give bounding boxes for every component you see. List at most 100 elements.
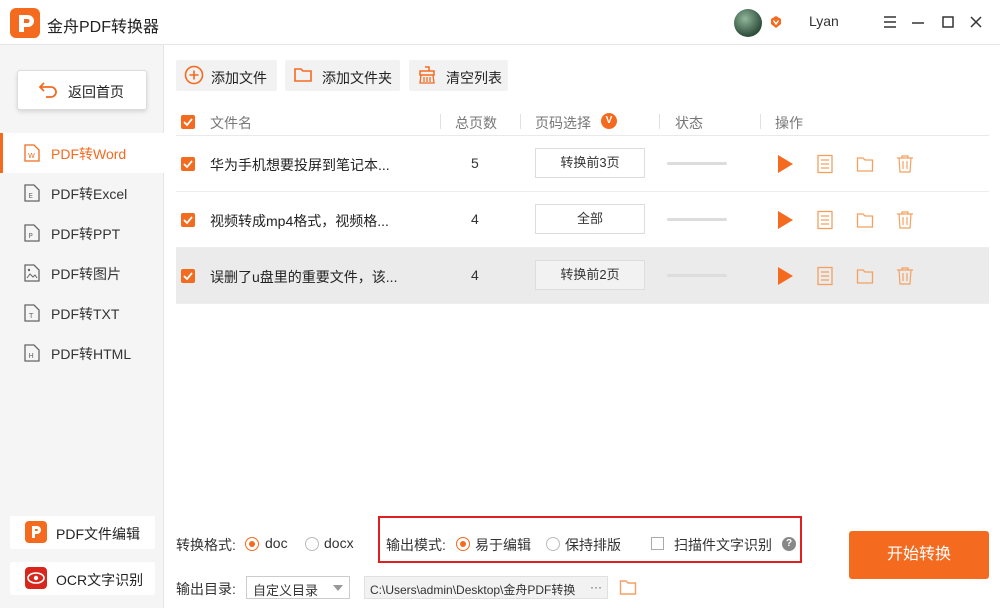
pdf-edit-icon — [25, 521, 47, 543]
help-icon[interactable]: ? — [782, 537, 796, 551]
sidebar-item-pdf-to-ppt[interactable]: P PDF转PPT — [0, 213, 164, 253]
table-row[interactable]: 华为手机想要投屏到笔记本... 5 转换前3页 — [176, 136, 989, 192]
file-name: 华为手机想要投屏到笔记本... — [210, 157, 390, 173]
header-divider — [440, 114, 441, 129]
vip-v-badge-icon[interactable]: V — [601, 113, 617, 129]
folder-open-icon[interactable] — [856, 266, 874, 286]
svg-text:W: W — [28, 152, 35, 160]
sidebar-item-pdf-to-word[interactable]: W PDF转Word — [0, 133, 164, 173]
chevron-down-icon — [333, 585, 343, 591]
format-docx-radio[interactable] — [305, 537, 319, 551]
mode-editable-radio[interactable] — [456, 537, 470, 551]
row-checkbox[interactable] — [181, 269, 195, 283]
trash-icon[interactable] — [896, 154, 914, 174]
output-dir-value: 自定义目录 — [253, 583, 319, 598]
header-filename: 文件名 — [210, 115, 252, 131]
page-range-selector[interactable]: 转换前3页 — [535, 148, 645, 178]
svg-text:E: E — [29, 192, 33, 200]
sidebar-item-label: PDF转图片 — [51, 266, 121, 282]
header-pages: 总页数 — [455, 115, 497, 131]
page-count: 5 — [471, 155, 479, 171]
page-range-selector[interactable]: 全部 — [535, 204, 645, 234]
ppt-file-icon: P — [24, 224, 40, 242]
svg-text:T: T — [28, 312, 34, 320]
document-icon[interactable] — [816, 154, 834, 174]
mode-layout-label[interactable]: 保持排版 — [565, 535, 621, 555]
play-icon[interactable] — [776, 266, 794, 286]
table-header: 文件名 总页数 页码选择 V 状态 操作 — [176, 107, 989, 136]
format-doc-radio[interactable] — [245, 537, 259, 551]
path-more-button[interactable]: ··· — [588, 580, 602, 594]
svg-text:H: H — [29, 352, 34, 360]
table-row[interactable]: 视频转成mp4格式，视频格... 4 全部 — [176, 192, 989, 248]
clear-list-button[interactable]: 清空列表 — [409, 60, 508, 91]
row-checkbox[interactable] — [181, 213, 195, 227]
sidebar-item-pdf-to-txt[interactable]: T PDF转TXT — [0, 293, 164, 333]
output-dir-select[interactable]: 自定义目录 — [246, 576, 350, 599]
close-icon[interactable] — [966, 12, 986, 32]
image-file-icon — [24, 264, 40, 282]
folder-open-icon[interactable] — [856, 154, 874, 174]
sidebar: 返回首页 W PDF转Word E PDF转Excel P PDF转PPT PD… — [0, 45, 164, 608]
title-bar: 金舟PDF转换器 Lyan — [0, 0, 1000, 45]
pdf-edit-button[interactable]: PDF文件编辑 — [10, 516, 155, 549]
ocr-scan-label[interactable]: 扫描件文字识别 — [674, 535, 772, 555]
row-checkbox[interactable] — [181, 157, 195, 171]
mode-editable-label[interactable]: 易于编辑 — [475, 535, 531, 555]
table-row[interactable]: 误删了u盘里的重要文件，该... 4 转换前2页 — [176, 248, 989, 304]
mode-layout-radio[interactable] — [546, 537, 560, 551]
maximize-icon[interactable] — [938, 12, 958, 32]
trash-icon[interactable] — [896, 210, 914, 230]
back-home-button[interactable]: 返回首页 — [17, 70, 147, 110]
play-icon[interactable] — [776, 210, 794, 230]
status-progress-bar — [667, 218, 727, 221]
sidebar-item-pdf-to-image[interactable]: PDF转图片 — [0, 253, 164, 293]
header-status: 状态 — [675, 115, 703, 131]
clear-list-label: 清空列表 — [446, 70, 502, 86]
header-page-select: 页码选择 — [535, 115, 591, 131]
document-icon[interactable] — [816, 266, 834, 286]
pdf-edit-label: PDF文件编辑 — [56, 526, 140, 542]
vip-badge-icon — [771, 16, 781, 28]
folder-open-icon[interactable] — [856, 210, 874, 230]
format-doc-label[interactable]: doc — [265, 535, 288, 551]
output-mode-label: 输出模式: — [386, 537, 446, 553]
avatar[interactable] — [734, 9, 762, 37]
add-folder-button[interactable]: 添加文件夹 — [285, 60, 400, 91]
play-icon[interactable] — [776, 154, 794, 174]
output-path-field[interactable]: C:\Users\admin\Desktop\金舟PDF转换 ··· — [364, 576, 608, 599]
ocr-eye-icon — [25, 567, 47, 589]
output-dir-label: 输出目录: — [176, 581, 236, 597]
sidebar-item-label: PDF转Word — [51, 146, 127, 162]
return-arrow-icon — [38, 82, 57, 98]
txt-file-icon: T — [24, 304, 40, 322]
add-circle-icon — [184, 65, 204, 85]
file-name: 视频转成mp4格式，视频格... — [210, 213, 389, 229]
page-count: 4 — [471, 267, 479, 283]
add-file-button[interactable]: 添加文件 — [176, 60, 277, 91]
excel-file-icon: E — [24, 184, 40, 202]
add-folder-label: 添加文件夹 — [322, 70, 392, 86]
sidebar-item-pdf-to-html[interactable]: H PDF转HTML — [0, 333, 164, 373]
browse-folder-icon[interactable] — [619, 578, 637, 596]
sidebar-item-label: PDF转Excel — [51, 186, 128, 202]
select-all-checkbox[interactable] — [181, 115, 195, 129]
sidebar-item-label: PDF转TXT — [51, 306, 120, 322]
document-icon[interactable] — [816, 210, 834, 230]
page-range-selector[interactable]: 转换前2页 — [535, 260, 645, 290]
trash-icon[interactable] — [896, 266, 914, 286]
menu-icon[interactable] — [880, 12, 900, 32]
page-count: 4 — [471, 211, 479, 227]
status-progress-bar — [667, 274, 727, 277]
start-convert-button[interactable]: 开始转换 — [849, 531, 989, 579]
sidebar-item-label: PDF转HTML — [51, 346, 132, 362]
ocr-scan-checkbox[interactable] — [651, 537, 664, 550]
html-file-icon: H — [24, 344, 40, 362]
ocr-button[interactable]: OCR文字识别 — [10, 562, 155, 595]
minimize-icon[interactable] — [908, 12, 928, 32]
back-home-label: 返回首页 — [68, 84, 124, 100]
sidebar-item-pdf-to-excel[interactable]: E PDF转Excel — [0, 173, 164, 213]
username[interactable]: Lyan — [809, 13, 839, 29]
app-title: 金舟PDF转换器 — [47, 19, 160, 36]
format-docx-label[interactable]: docx — [324, 535, 354, 551]
